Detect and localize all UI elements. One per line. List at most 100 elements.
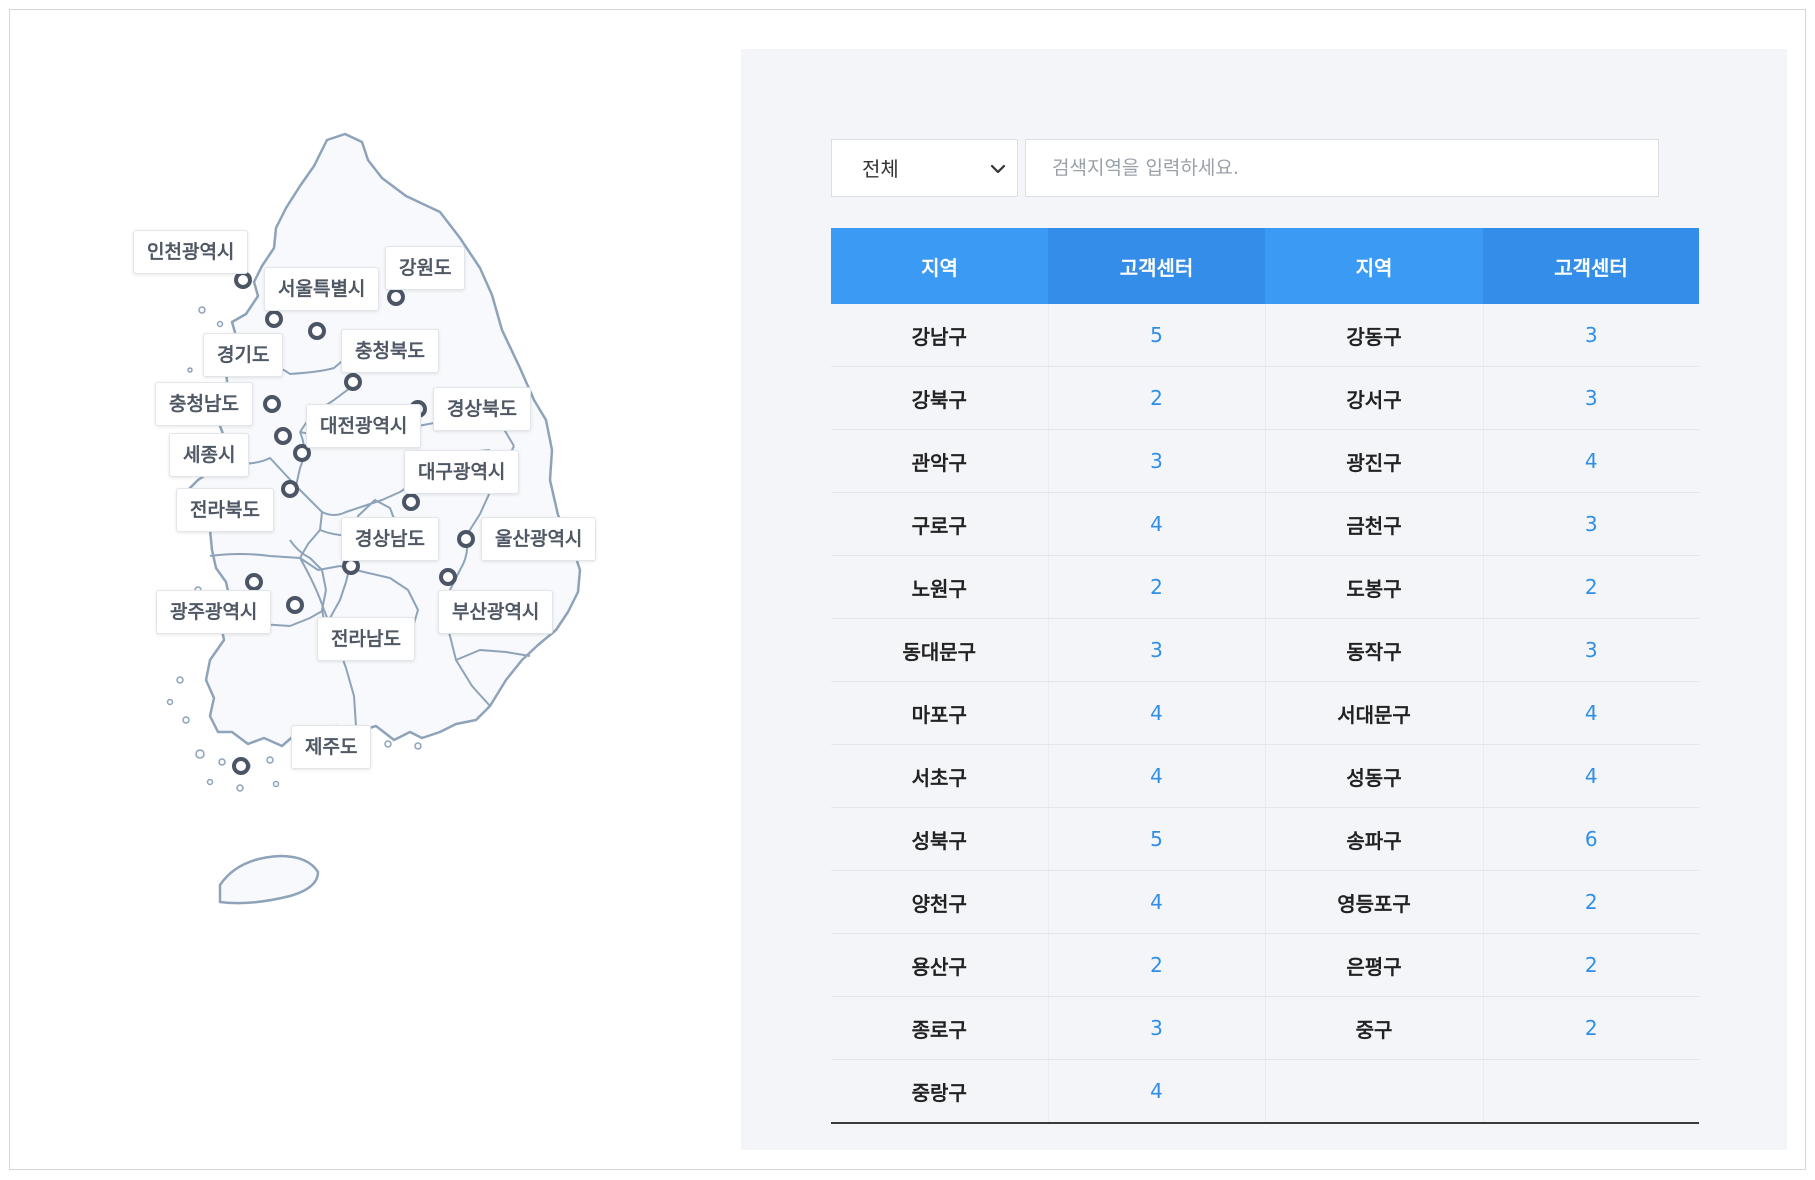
district-name: 강북구: [831, 366, 1049, 430]
region-label-seoul[interactable]: 서울특별시: [264, 267, 380, 311]
table-row[interactable]: 강북구 2 강서구 3: [831, 366, 1699, 430]
district-name: 관악구: [831, 429, 1049, 493]
center-count: 5: [1048, 304, 1266, 367]
region-label-jeju[interactable]: 제주도: [291, 725, 372, 769]
table-row[interactable]: 성북구 5 송파구 6: [831, 807, 1699, 871]
region-label-jeonnam[interactable]: 전라남도: [317, 617, 415, 661]
district-name: 동대문구: [831, 618, 1049, 682]
region-label-gwangju[interactable]: 광주광역시: [156, 590, 272, 634]
table-row[interactable]: 종로구 3 중구 2: [831, 996, 1699, 1060]
district-name: 도봉구: [1265, 555, 1484, 619]
district-name: 중구: [1265, 996, 1484, 1060]
center-count: 4: [1483, 429, 1699, 493]
pin-jeonnam[interactable]: [286, 596, 304, 614]
center-count: 2: [1048, 555, 1266, 619]
pin-jeju[interactable]: [232, 757, 250, 775]
center-count: 3: [1048, 429, 1266, 493]
search-bar: 전체: [831, 139, 1691, 197]
region-label-chungbuk[interactable]: 충청북도: [341, 329, 439, 373]
table-row[interactable]: 노원구 2 도봉구 2: [831, 555, 1699, 619]
district-name: 종로구: [831, 996, 1049, 1060]
region-select[interactable]: 전체: [831, 139, 1018, 197]
region-label-daegu[interactable]: 대구광역시: [404, 450, 520, 494]
center-count: 3: [1048, 618, 1266, 682]
table-row[interactable]: 마포구 4 서대문구 4: [831, 681, 1699, 745]
center-count: 4: [1048, 744, 1266, 808]
district-name: 은평구: [1265, 933, 1484, 997]
page-frame: 인천광역시 서울특별시 강원도 경기도 충청북도 충청남도 대전광역시 경상북도…: [9, 9, 1806, 1170]
header-region: 지역: [831, 228, 1048, 304]
center-count: 6: [1483, 807, 1699, 871]
center-count: 2: [1048, 366, 1266, 430]
header-centers: 고객센터: [1048, 228, 1265, 304]
region-label-daejeon[interactable]: 대전광역시: [306, 404, 422, 448]
region-label-gangwon[interactable]: 강원도: [385, 246, 466, 290]
pin-chungbuk[interactable]: [344, 373, 362, 391]
pin-ulsan[interactable]: [457, 530, 475, 548]
region-select-value: 전체: [862, 157, 899, 181]
table-row[interactable]: 강남구 5 강동구 3: [831, 304, 1699, 367]
center-count: 2: [1483, 555, 1699, 619]
district-name: 영등포구: [1265, 870, 1484, 934]
center-table: 지역 고객센터 지역 고객센터 강남구 5 강동구 3 강북구 2 강서구 3 관악구 3 광진구 4…: [831, 228, 1699, 1124]
district-name: 강서구: [1265, 366, 1484, 430]
table-header-row: 지역 고객센터 지역 고객센터: [831, 228, 1699, 304]
table-row[interactable]: 동대문구 3 동작구 3: [831, 618, 1699, 682]
center-list-panel: 전체 지역 고객센터 지역 고객센터 강남구5강동구3강북구2강서구3관악구3광…: [741, 49, 1787, 1150]
korea-map: 인천광역시 서울특별시 강원도 경기도 충청북도 충청남도 대전광역시 경상북도…: [133, 120, 730, 940]
center-count: 3: [1048, 996, 1266, 1060]
pin-gangwon[interactable]: [387, 288, 405, 306]
center-count: 3: [1483, 304, 1699, 367]
table-row[interactable]: 양천구 4 영등포구 2: [831, 870, 1699, 934]
table-row[interactable]: 구로구 4 금천구 3: [831, 492, 1699, 556]
district-name: 용산구: [831, 933, 1049, 997]
pin-seoul[interactable]: [265, 310, 283, 328]
table-body: 강남구 5 강동구 3 강북구 2 강서구 3 관악구 3 광진구 4 구로구 4 금천구 3 노원구 2 도봉구 2…: [831, 304, 1699, 1124]
region-label-incheon[interactable]: 인천광역시: [133, 230, 249, 274]
district-name: 강동구: [1265, 304, 1484, 367]
pin-gyeonggi[interactable]: [308, 322, 326, 340]
district-name: 송파구: [1265, 807, 1484, 871]
district-name: 중랑구: [831, 1059, 1049, 1124]
pin-sejong[interactable]: [274, 427, 292, 445]
region-label-jeonbuk[interactable]: 전라북도: [176, 488, 274, 532]
center-count: 4: [1483, 744, 1699, 808]
district-name: 성동구: [1265, 744, 1484, 808]
district-name: 마포구: [831, 681, 1049, 745]
table-row[interactable]: 용산구 2 은평구 2: [831, 933, 1699, 997]
pin-gwangju[interactable]: [245, 573, 263, 591]
center-count: 2: [1483, 933, 1699, 997]
center-count: 5: [1048, 807, 1266, 871]
region-label-gyeongbuk[interactable]: 경상북도: [433, 387, 531, 431]
center-count: 4: [1048, 681, 1266, 745]
table-row[interactable]: 중랑구 4: [831, 1059, 1699, 1124]
center-count: 2: [1483, 996, 1699, 1060]
district-name: 노원구: [831, 555, 1049, 619]
region-label-sejong[interactable]: 세종시: [169, 433, 250, 477]
region-label-ulsan[interactable]: 울산광역시: [481, 517, 597, 561]
table-row[interactable]: 서초구 4 성동구 4: [831, 744, 1699, 808]
district-name: 서대문구: [1265, 681, 1484, 745]
pin-chungnam[interactable]: [263, 395, 281, 413]
header-region: 지역: [1265, 228, 1483, 304]
pin-daegu[interactable]: [402, 493, 420, 511]
center-count: [1483, 1059, 1699, 1124]
center-count: 4: [1048, 1059, 1266, 1124]
district-name: 금천구: [1265, 492, 1484, 556]
district-name: 서초구: [831, 744, 1049, 808]
pin-jeonbuk[interactable]: [281, 480, 299, 498]
center-count: 2: [1483, 870, 1699, 934]
center-count: 3: [1483, 492, 1699, 556]
district-name: 광진구: [1265, 429, 1484, 493]
region-label-gyeonggi[interactable]: 경기도: [203, 333, 284, 377]
region-label-gyeongnam[interactable]: 경상남도: [341, 517, 439, 561]
district-name: [1265, 1059, 1484, 1124]
table-row[interactable]: 관악구 3 광진구 4: [831, 429, 1699, 493]
region-label-chungnam[interactable]: 충청남도: [155, 382, 253, 426]
region-label-busan[interactable]: 부산광역시: [438, 590, 554, 634]
pin-busan[interactable]: [439, 568, 457, 586]
chevron-down-icon: [990, 164, 1006, 174]
district-name: 양천구: [831, 870, 1049, 934]
search-input[interactable]: [1025, 139, 1659, 197]
center-count: 2: [1048, 933, 1266, 997]
